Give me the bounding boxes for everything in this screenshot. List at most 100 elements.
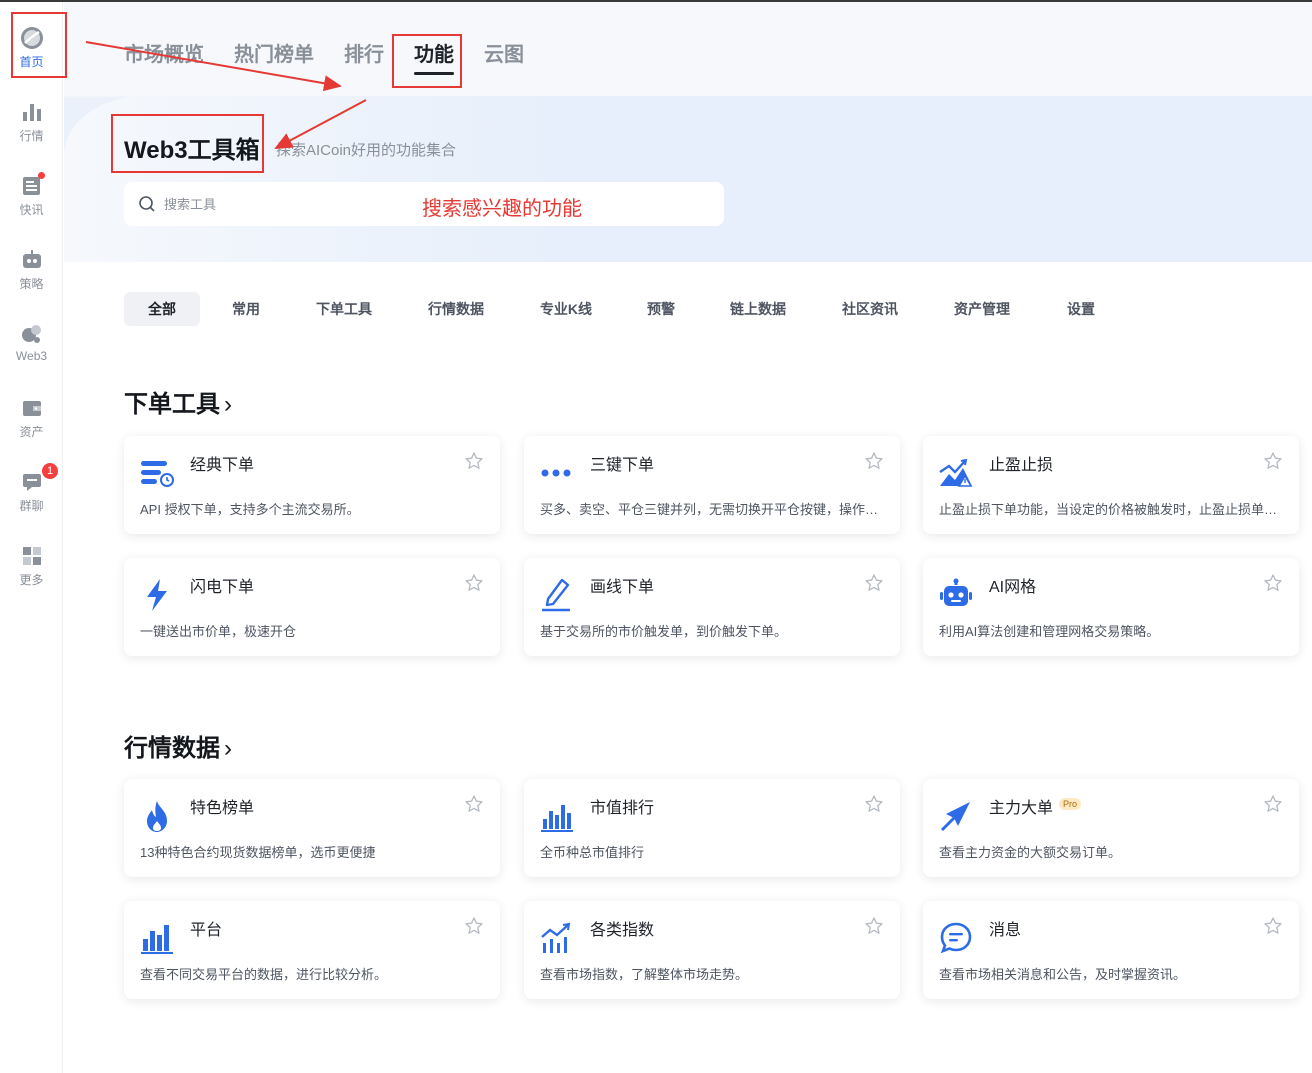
chat-icon: [22, 474, 41, 491]
classic-order-icon: [141, 461, 174, 487]
tool-card-title: 市值排行: [590, 800, 655, 817]
favorite-star-icon[interactable]: [1263, 794, 1283, 814]
favorite-star-icon[interactable]: [864, 573, 884, 593]
tool-card-ai-grid[interactable]: AI网格 利用AI算法创建和管理网格交易策略。: [923, 558, 1299, 656]
category-pro-kline[interactable]: 专业K线: [526, 292, 606, 326]
pen-icon: [542, 578, 570, 612]
sidebar-item-chat[interactable]: 1 群聊: [0, 460, 63, 520]
tab-cloud-map[interactable]: 云图: [484, 38, 524, 67]
category-onchain-data[interactable]: 链上数据: [716, 292, 800, 326]
web3-icon: [21, 325, 41, 343]
compass-icon: [940, 802, 970, 832]
favorite-star-icon[interactable]: [464, 794, 484, 814]
category-all[interactable]: 全部: [124, 292, 200, 326]
tool-card-line-order[interactable]: 画线下单 基于交易所的市价触发单，到价触发下单。: [524, 558, 900, 656]
sidebar-item-web3[interactable]: Web3: [0, 312, 63, 372]
category-alerts[interactable]: 预警: [636, 292, 686, 326]
sidebar-item-label: Web3: [15, 349, 48, 363]
tool-card-indices[interactable]: 各类指数 查看市场指数，了解整体市场走势。: [524, 901, 900, 999]
favorite-star-icon[interactable]: [1263, 451, 1283, 471]
flame-icon: [147, 801, 167, 832]
tool-card-flash-order[interactable]: 闪电下单 一键送出市价单，极速开仓: [124, 558, 500, 656]
tool-card-title: 止盈止损: [989, 457, 1054, 474]
favorite-star-icon[interactable]: [864, 916, 884, 936]
annotation-search-hint: 搜索感兴趣的功能: [422, 198, 582, 220]
sidebar-item-label: 策略: [19, 277, 44, 291]
platform-chart-icon: [141, 925, 173, 954]
annotation-box-home: [11, 12, 67, 78]
tool-card-platform[interactable]: 平台 查看不同交易平台的数据，进行比较分析。: [124, 901, 500, 999]
tool-card-description: 查看市场指数，了解整体市场走势。: [540, 967, 749, 982]
pro-badge: Pro: [1059, 798, 1082, 810]
category-order-tools[interactable]: 下单工具: [302, 292, 386, 326]
tool-card-title: 消息: [989, 922, 1022, 939]
sidebar-item-assets[interactable]: 资产: [0, 386, 63, 446]
tool-card-classic-order[interactable]: 经典下单 API 授权下单，支持多个主流交易所。: [124, 436, 500, 534]
favorite-star-icon[interactable]: [864, 794, 884, 814]
tab-hot-lists[interactable]: 热门榜单: [234, 38, 314, 67]
tool-card-description: 全币种总市值排行: [540, 845, 645, 860]
tool-card-title: 主力大单 Pro: [989, 794, 1082, 818]
tool-card-take-profit-stop-loss[interactable]: 止盈止损 止盈止损下单功能，当设定的价格被触发时，止盈止损单自动执行。: [923, 436, 1299, 534]
category-asset-management[interactable]: 资产管理: [940, 292, 1024, 326]
tool-card-description: 查看不同交易平台的数据，进行比较分析。: [140, 967, 388, 982]
tool-card-description: API 授权下单，支持多个主流交易所。: [140, 502, 360, 517]
tool-card-market-cap-ranking[interactable]: 市值排行 全币种总市值排行: [524, 779, 900, 877]
tool-card-description: 买多、卖空、平仓三键并列，无需切换开平仓按键，操作更便捷。: [540, 502, 880, 517]
tool-card-title: 闪电下单: [190, 579, 255, 596]
sidebar-item-label: 资产: [19, 425, 44, 439]
category-settings[interactable]: 设置: [1056, 292, 1106, 326]
tool-card-whale-orders[interactable]: 主力大单 Pro 查看主力资金的大额交易订单。: [923, 779, 1299, 877]
tool-card-messages[interactable]: 消息 查看市场相关消息和公告，及时掌握资讯。: [923, 901, 1299, 999]
take-profit-icon: [939, 458, 973, 487]
tab-ranking[interactable]: 排行: [344, 38, 384, 67]
favorite-star-icon[interactable]: [464, 451, 484, 471]
chat-unread-badge: 1: [42, 463, 58, 479]
tool-card-description: 查看主力资金的大额交易订单。: [939, 845, 1122, 860]
sidebar-item-news[interactable]: 快讯: [0, 164, 63, 224]
tool-card-description: 基于交易所的市价触发单，到价触发下单。: [540, 624, 788, 639]
tool-card-title: 经典下单: [190, 457, 255, 474]
market-cap-icon: [541, 805, 573, 832]
section-title-text: 行情数据: [124, 735, 220, 762]
sidebar-item-strategy[interactable]: 策略: [0, 238, 63, 298]
page-subtitle: 探索AICoin好用的功能集合: [276, 142, 457, 159]
sidebar-item-label: 更多: [19, 573, 44, 587]
news-unread-dot: [38, 172, 45, 179]
tool-card-title: 三键下单: [590, 457, 655, 474]
sidebar-item-market[interactable]: 行情: [0, 90, 63, 150]
index-chart-icon: [541, 922, 571, 953]
robot-icon: [22, 250, 41, 268]
category-community-news[interactable]: 社区资讯: [828, 292, 912, 326]
chevron-right-icon: ›: [224, 391, 232, 418]
favorite-star-icon[interactable]: [1263, 573, 1283, 593]
section-title-text: 下单工具: [124, 391, 220, 418]
tool-card-title: 平台: [190, 922, 223, 939]
annotation-box-features-tab: [392, 34, 462, 88]
sidebar-item-label: 快讯: [19, 203, 44, 217]
tool-card-three-key-order[interactable]: 三键下单 买多、卖空、平仓三键并列，无需切换开平仓按键，操作更便捷。: [524, 436, 900, 534]
tool-card-featured-lists[interactable]: 特色榜单 13种特色合约现货数据榜单，选币更便捷: [124, 779, 500, 877]
sidebar-item-more[interactable]: 更多: [0, 534, 63, 594]
bar-chart-icon: [22, 104, 41, 121]
lightning-icon: [147, 579, 167, 611]
favorite-star-icon[interactable]: [1263, 916, 1283, 936]
three-dots-icon: [541, 469, 571, 477]
search-icon: [139, 196, 155, 212]
tool-card-description: 13种特色合约现货数据榜单，选币更便捷: [140, 845, 376, 860]
tool-card-description: 一键送出市价单，极速开仓: [140, 624, 297, 639]
section-title-market-data[interactable]: 行情数据 ›: [124, 728, 232, 763]
message-icon: [940, 922, 972, 954]
favorite-star-icon[interactable]: [464, 916, 484, 936]
favorite-star-icon[interactable]: [464, 573, 484, 593]
tool-card-description: 利用AI算法创建和管理网格交易策略。: [939, 624, 1160, 639]
category-market-data[interactable]: 行情数据: [414, 292, 498, 326]
favorite-star-icon[interactable]: [864, 451, 884, 471]
section-title-order-tools[interactable]: 下单工具 ›: [124, 384, 232, 419]
chevron-right-icon: ›: [224, 735, 232, 762]
sidebar-item-label: 群聊: [19, 499, 44, 513]
tool-card-description: 查看市场相关消息和公告，及时掌握资讯。: [939, 967, 1187, 982]
tab-market-overview[interactable]: 市场概览: [124, 38, 204, 67]
tool-card-title: AI网格: [989, 579, 1037, 596]
category-common[interactable]: 常用: [214, 292, 278, 326]
